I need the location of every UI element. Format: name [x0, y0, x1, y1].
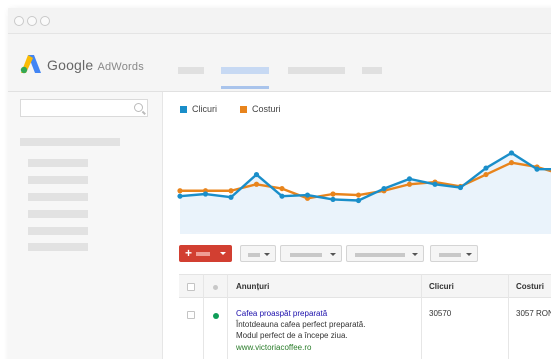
add-new-button[interactable]: +: [179, 245, 232, 262]
active-tab-indicator: [221, 86, 269, 89]
column-header-ads[interactable]: Anunțuri: [236, 282, 269, 291]
clicks-data-point[interactable]: [534, 166, 540, 172]
chevron-down-icon: [466, 253, 472, 256]
clicks-data-point[interactable]: [406, 176, 413, 182]
window-titlebar: [8, 8, 551, 34]
toolbar-dropdown-4[interactable]: [430, 245, 478, 262]
search-icon[interactable]: [134, 103, 143, 112]
clicks-data-point[interactable]: [228, 194, 234, 200]
clicks-data-point[interactable]: [381, 185, 387, 192]
select-all-checkbox[interactable]: [187, 283, 195, 291]
sidebar-item[interactable]: [28, 176, 88, 184]
sidebar-item[interactable]: [28, 210, 88, 218]
ad-display-url: www.victoriacoffee.ro: [236, 343, 312, 352]
maximize-window-icon[interactable]: [40, 16, 50, 26]
nav-tab-3[interactable]: [288, 67, 345, 74]
toolbar-dropdown-3[interactable]: [346, 245, 424, 262]
sidebar-item[interactable]: [28, 159, 88, 167]
clicks-data-point[interactable]: [508, 150, 515, 156]
legend-label-clicks: Clicuri: [192, 104, 218, 114]
clicks-data-point[interactable]: [177, 193, 183, 199]
brand-product: AdWords: [97, 61, 144, 73]
toolbar-dropdown-2[interactable]: [280, 245, 342, 262]
costs-data-point[interactable]: [406, 181, 413, 187]
nav-tab-4[interactable]: [362, 67, 382, 74]
sidebar-item[interactable]: [28, 193, 88, 201]
clicks-data-point[interactable]: [202, 191, 209, 197]
cost-value: 3057 RON: [516, 309, 551, 318]
costs-data-point[interactable]: [355, 192, 362, 198]
legend-swatch-clicks: [180, 106, 187, 113]
table-header: Anunțuri Clicuri Costuri: [179, 274, 551, 298]
brand-google: Google: [47, 57, 94, 73]
costs-data-point[interactable]: [177, 188, 183, 194]
ad-description-line-2: Modul perfect de a începe ziua.: [236, 331, 348, 340]
costs-data-point[interactable]: [253, 181, 260, 187]
sidebar-item[interactable]: [28, 227, 88, 235]
clicks-value: 30570: [429, 309, 452, 318]
costs-data-point[interactable]: [228, 188, 234, 194]
ad-title-link[interactable]: Cafea proaspăt preparată: [236, 308, 327, 319]
clicks-data-point[interactable]: [457, 184, 464, 191]
plus-icon: +: [185, 246, 193, 260]
nav-tab-1[interactable]: [178, 67, 204, 74]
brand-name: Google AdWords: [47, 57, 144, 73]
toolbar-dropdown-1[interactable]: [240, 245, 276, 262]
chevron-down-icon: [412, 253, 418, 256]
app-header: Google AdWords: [8, 34, 551, 92]
sidebar-search-input[interactable]: [20, 99, 148, 117]
costs-data-point[interactable]: [279, 185, 285, 192]
nav-tab-2-active[interactable]: [221, 67, 269, 74]
column-header-clicks[interactable]: Clicuri: [429, 282, 454, 291]
chevron-down-icon: [220, 252, 226, 255]
legend-label-costs: Costuri: [252, 104, 281, 114]
column-header-costs[interactable]: Costuri: [516, 282, 544, 291]
sidebar: [8, 92, 163, 359]
ads-table: Anunțuri Clicuri Costuri Cafea proaspăt …: [179, 274, 551, 359]
chevron-down-icon: [264, 253, 270, 256]
close-window-icon[interactable]: [14, 16, 24, 26]
clicks-data-point[interactable]: [483, 165, 489, 171]
performance-line-chart: [177, 150, 551, 234]
clicks-data-point[interactable]: [304, 192, 311, 198]
sidebar-heading: [20, 138, 120, 146]
adwords-logo-icon: [20, 55, 41, 74]
clicks-data-point[interactable]: [330, 196, 336, 203]
ad-description-line-1: Întotdeauna cafea perfect preparată.: [236, 320, 366, 329]
costs-data-point[interactable]: [483, 171, 489, 178]
clicks-data-point[interactable]: [279, 193, 285, 199]
legend-swatch-costs: [240, 106, 247, 113]
costs-data-point[interactable]: [508, 160, 515, 166]
add-button-label-placeholder: [196, 252, 210, 256]
status-enabled-icon: [213, 313, 219, 319]
chevron-down-icon: [330, 253, 336, 256]
status-header-icon: [213, 285, 218, 290]
clicks-data-point[interactable]: [432, 181, 438, 187]
clicks-data-point[interactable]: [253, 171, 260, 178]
sidebar-item[interactable]: [28, 243, 88, 251]
row-checkbox[interactable]: [187, 311, 195, 319]
minimize-window-icon[interactable]: [27, 16, 37, 26]
clicks-data-point[interactable]: [355, 197, 362, 204]
costs-data-point[interactable]: [330, 191, 336, 197]
